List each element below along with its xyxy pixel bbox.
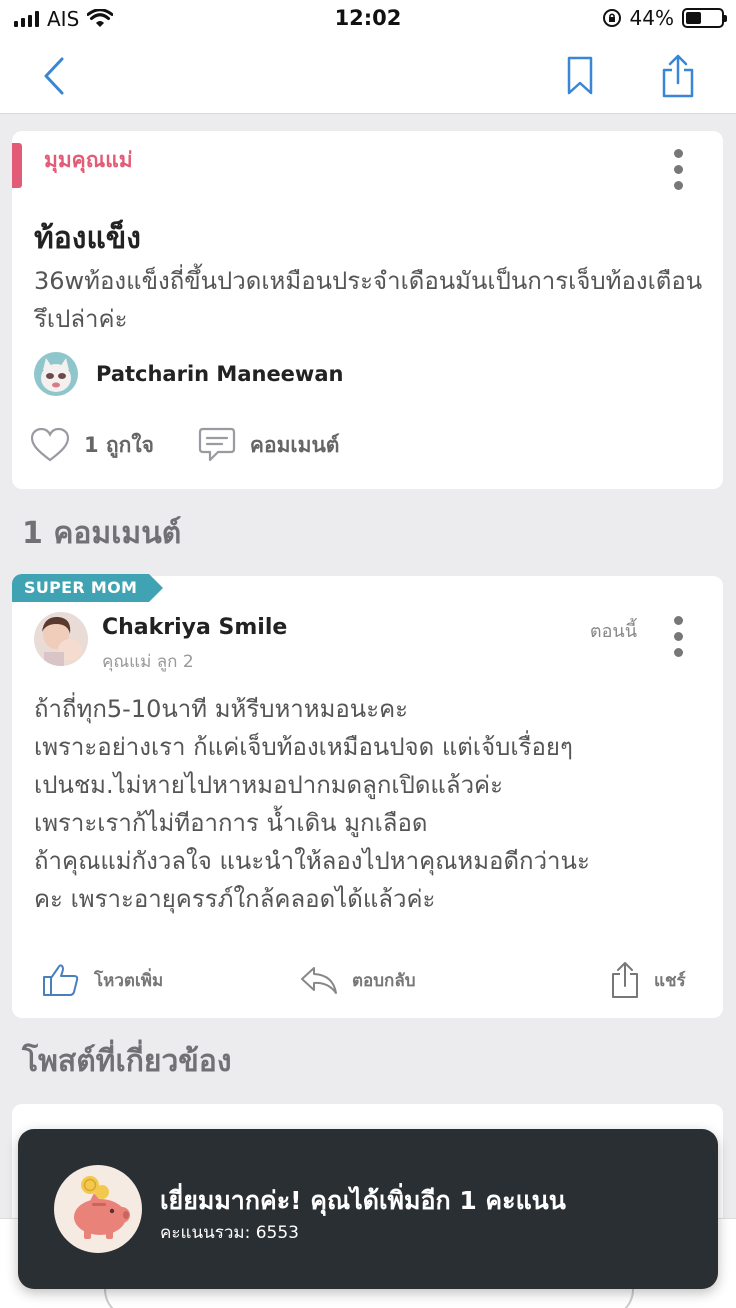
- comment-line: เพราะอย่างเรา ก้แค่เจ็บท้องเหมือนปจด แต่…: [34, 733, 573, 761]
- post-author[interactable]: Patcharin Maneewan: [34, 352, 343, 396]
- comment-button[interactable]: คอมเมนต์: [198, 427, 340, 463]
- share-button[interactable]: [654, 52, 702, 100]
- post-body: 36wท้องแข็งถี่ขึ้นปวดเหมือนประจำเดือนมัน…: [34, 267, 703, 333]
- comment-author[interactable]: Chakriya Smile คุณแม่ ลูก 2: [34, 612, 287, 675]
- vote-button[interactable]: โหวตเพิ่ม: [42, 960, 163, 1000]
- reply-button[interactable]: ตอบกลับ: [300, 960, 416, 1000]
- post-card: มุมคุณแม่ ท้องแข็ง 36wท้องแข็งถี่ขึ้นปวด…: [12, 131, 723, 489]
- post-author-name: Patcharin Maneewan: [96, 362, 344, 386]
- orientation-lock-icon: [602, 9, 621, 27]
- battery-icon: [682, 8, 727, 28]
- badge-label: SUPER MOM: [12, 574, 150, 602]
- super-mom-badge: SUPER MOM: [12, 574, 164, 602]
- bookmark-icon: [567, 56, 593, 95]
- back-button[interactable]: [30, 52, 78, 100]
- comments-heading: 1 คอมเมนต์: [22, 516, 182, 551]
- share-icon: [662, 54, 694, 98]
- comment-line: เพราะเราก้ไม่ทีอาการ น้ำเดิน มูกเลือด: [34, 809, 428, 837]
- vote-label: โหวตเพิ่ม: [94, 970, 164, 991]
- comment-more-button[interactable]: [663, 614, 693, 658]
- comment-line: คะ เพราะอายุครรภ์ใกล้คลอดได้แล้วค่ะ: [34, 885, 436, 913]
- like-count-label: 1 ถูกใจ: [84, 432, 154, 457]
- comment-line: ถ้าถี่ทุก5-10นาที มห้รีบหาหมอนะคะ: [34, 695, 409, 723]
- battery-percent: 44%: [629, 6, 674, 30]
- points-toast[interactable]: เยี่ยมมากค่ะ! คุณได้เพิ่มอีก 1 คะแนน คะแ…: [18, 1129, 718, 1289]
- post-title: ท้องแข็ง: [34, 221, 141, 256]
- avatar[interactable]: [34, 352, 78, 396]
- chevron-left-icon: [44, 57, 64, 95]
- comment-author-name: Chakriya Smile: [102, 615, 288, 640]
- heart-icon: [30, 427, 70, 462]
- comment-line: ถ้าคุณแม่กังวลใจ แนะนำให้ลองไปหาคุณหมอดี…: [34, 847, 590, 875]
- piggy-bank-coin-icon: [54, 1165, 142, 1253]
- avatar[interactable]: [34, 612, 88, 666]
- toast-title: เยี่ยมมากค่ะ! คุณได้เพิ่มอีก 1 คะแนน: [160, 1186, 566, 1215]
- status-bar: AIS 12:02 44%: [0, 0, 736, 38]
- comment-label: คอมเมนต์: [249, 432, 340, 457]
- comment-bubble-icon: [198, 427, 236, 462]
- comment-body: ถ้าถี่ทุก5-10นาที มห้รีบหาหมอนะคะ เพราะอ…: [34, 690, 714, 918]
- comment-card: SUPER MOM Chakriya Smile คุณแม่ ลูก 2 ตอ…: [12, 574, 723, 1018]
- category-tag[interactable]: มุมคุณแม่: [12, 143, 133, 188]
- comment-author-subtitle: คุณแม่ ลูก 2: [102, 652, 194, 672]
- bookmark-button[interactable]: [556, 52, 604, 100]
- post-more-button[interactable]: [663, 147, 693, 191]
- category-label: มุมคุณแม่: [44, 148, 133, 172]
- nav-bar: [0, 38, 736, 114]
- comment-time: ตอนนี้: [589, 621, 637, 642]
- comment-line: เปนชม.ไม่หายไปหาหมอปากมดลูกเปิดแล้วค่ะ: [34, 771, 503, 799]
- share-icon: [612, 962, 638, 998]
- comment-actions: โหวตเพิ่ม ตอบกลับ แชร์: [12, 960, 723, 1000]
- related-heading: โพสต์ที่เกี่ยวข้อง: [22, 1044, 232, 1079]
- toast-subtitle: คะแนนรวม: 6553: [160, 1223, 299, 1243]
- thumbs-up-icon: [43, 964, 79, 996]
- share-label: แชร์: [654, 970, 686, 991]
- like-button[interactable]: 1 ถูกใจ: [30, 427, 154, 463]
- post-actions: 1 ถูกใจ คอมเมนต์: [30, 427, 339, 463]
- reply-label: ตอบกลับ: [352, 970, 416, 991]
- reply-arrow-icon: [301, 967, 337, 994]
- comment-share-button[interactable]: แชร์: [610, 960, 686, 1000]
